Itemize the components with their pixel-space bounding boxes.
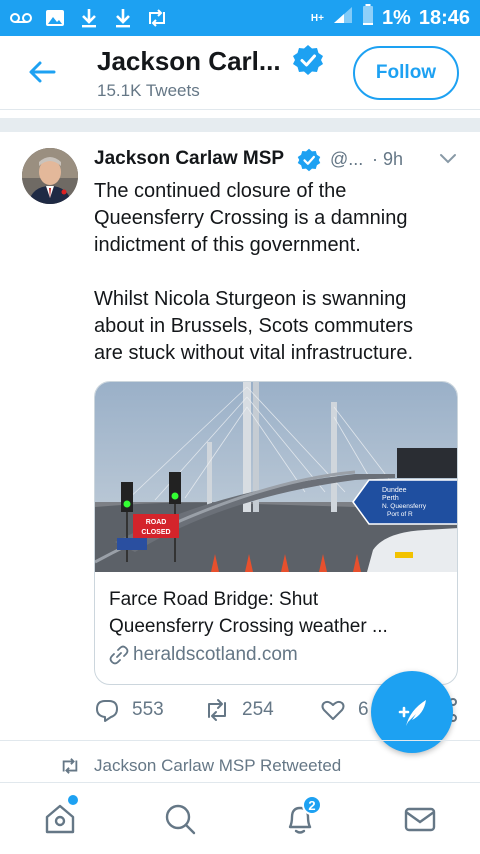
voicemail-icon (10, 7, 32, 29)
retweet-count: 254 (242, 699, 274, 720)
follow-button[interactable]: Follow (353, 46, 459, 100)
battery-icon (362, 4, 374, 32)
gallery-icon (44, 7, 66, 29)
like-count: 6 (358, 699, 369, 720)
retweeted-by-label[interactable]: Jackson Carlaw MSP Retweeted (60, 756, 341, 776)
card-image: ROAD CLOSED Dundee Perth N. Queensferry … (95, 382, 457, 572)
card-domain: heraldscotland.com (109, 644, 298, 666)
compose-feather-icon (398, 700, 426, 726)
sign-port-text: Port of R (387, 511, 413, 518)
status-bar: H+ 1% 18:46 (0, 0, 480, 36)
retweet-button[interactable]: 254 (204, 697, 274, 723)
card-title: Farce Road Bridge: Shut Queensferry Cros… (109, 586, 449, 640)
bottom-navigation: 2 (0, 782, 480, 854)
network-type: H+ (310, 12, 324, 24)
sign-road-text: ROAD (146, 519, 167, 526)
heart-icon (321, 700, 345, 720)
avatar[interactable] (22, 148, 78, 204)
tweet-text-line: indictment of this government. (94, 234, 361, 256)
chevron-down-icon[interactable] (438, 150, 458, 168)
tweet-author-name[interactable]: Jackson Carlaw MSP (94, 148, 284, 170)
verified-badge-icon (297, 148, 321, 172)
tweet-text: The continued closure of the Queensferry… (94, 178, 459, 367)
tweet-text-line: about in Brussels, Scots commuters (94, 315, 414, 337)
link-preview-card[interactable]: ROAD CLOSED Dundee Perth N. Queensferry … (94, 381, 458, 685)
back-arrow-icon[interactable] (26, 56, 58, 88)
reply-count: 553 (132, 699, 164, 720)
home-icon[interactable] (42, 801, 78, 837)
profile-name: Jackson Carl... (97, 46, 281, 76)
clock: 18:46 (418, 6, 470, 29)
tweet-author-handle[interactable]: @... (330, 149, 363, 170)
retweet-icon (208, 699, 226, 721)
retweet-icon (62, 758, 78, 774)
reply-button[interactable]: 553 (94, 697, 164, 723)
section-separator (0, 118, 480, 132)
battery-percent: 1% (381, 6, 411, 29)
signal-icon (332, 5, 354, 31)
sign-closed-text: CLOSED (141, 529, 170, 536)
tweet-text-line: are stuck without vital infrastructure. (94, 342, 414, 364)
like-button[interactable]: 6 (320, 697, 369, 723)
download-icon (78, 7, 100, 29)
tweet-count: 15.1K Tweets (97, 81, 200, 100)
messages-envelope-icon[interactable] (402, 801, 438, 837)
link-icon (109, 645, 129, 665)
reply-icon (96, 700, 118, 722)
sign-nq-text: N. Queensferry (382, 503, 427, 510)
retweet-notification-icon (146, 7, 168, 29)
new-content-dot (68, 795, 78, 805)
sign-dundee-text: Dundee (382, 487, 407, 494)
search-icon[interactable] (162, 801, 198, 837)
card-title-line: Farce Road Bridge: Shut (109, 589, 319, 610)
tweet-divider (0, 740, 480, 741)
card-domain-text: heraldscotland.com (133, 644, 298, 665)
tweet-text-line: Queensferry Crossing is a damning (94, 207, 408, 229)
tweet-timestamp: · 9h (372, 149, 404, 169)
verified-badge-icon (293, 45, 323, 75)
tweet-text-line: The continued closure of the (94, 180, 347, 202)
sign-perth-text: Perth (382, 495, 399, 502)
notifications-badge: 2 (302, 795, 322, 815)
retweeted-text: Jackson Carlaw MSP Retweeted (94, 756, 342, 775)
profile-header: Jackson Carl... 15.1K Tweets Follow (0, 36, 480, 110)
download-icon (112, 7, 134, 29)
tweet-text-line: Whilst Nicola Sturgeon is swanning (94, 288, 407, 310)
card-title-line: Queensferry Crossing weather ... (109, 616, 388, 637)
